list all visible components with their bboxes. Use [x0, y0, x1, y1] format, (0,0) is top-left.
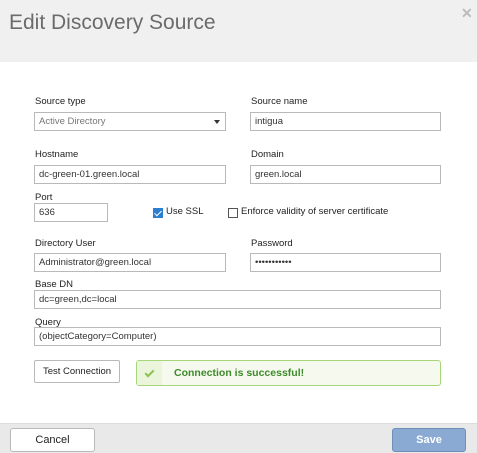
- check-icon: [137, 361, 162, 385]
- save-button[interactable]: Save: [392, 428, 466, 452]
- directory-user-label: Directory User: [35, 238, 96, 249]
- domain-label: Domain: [251, 149, 284, 160]
- enforce-certificate-checkbox[interactable]: [228, 208, 238, 218]
- chevron-down-icon: [214, 120, 220, 124]
- port-label: Port: [35, 192, 53, 203]
- port-input[interactable]: 636: [34, 203, 108, 222]
- enforce-certificate-label: Enforce validity of server certificate: [241, 206, 389, 217]
- close-icon[interactable]: ✕: [461, 5, 473, 22]
- use-ssl-checkbox[interactable]: [153, 208, 163, 218]
- base-dn-label: Base DN: [35, 279, 74, 290]
- hostname-label: Hostname: [35, 149, 79, 160]
- source-type-value: Active Directory: [39, 116, 106, 127]
- source-type-label: Source type: [35, 96, 86, 107]
- query-input[interactable]: (objectCategory=Computer): [34, 327, 441, 346]
- password-label: Password: [251, 238, 293, 249]
- directory-user-input[interactable]: Administrator@green.local: [34, 253, 226, 272]
- domain-input[interactable]: green.local: [250, 165, 441, 184]
- connection-status-banner: Connection is successful!: [136, 360, 441, 386]
- connection-status-text: Connection is successful!: [174, 367, 305, 379]
- test-connection-button[interactable]: Test Connection: [34, 360, 120, 383]
- base-dn-input[interactable]: dc=green,dc=local: [34, 290, 441, 309]
- hostname-input[interactable]: dc-green-01.green.local: [34, 165, 226, 184]
- source-name-input[interactable]: intigua: [250, 112, 441, 131]
- use-ssl-label: Use SSL: [166, 206, 204, 217]
- dialog-title: Edit Discovery Source: [9, 11, 216, 34]
- password-input[interactable]: •••••••••••: [250, 253, 441, 272]
- source-name-label: Source name: [251, 96, 308, 107]
- cancel-button[interactable]: Cancel: [10, 428, 95, 452]
- source-type-select[interactable]: Active Directory: [34, 112, 226, 131]
- dialog-header: Edit Discovery Source ✕: [0, 0, 477, 62]
